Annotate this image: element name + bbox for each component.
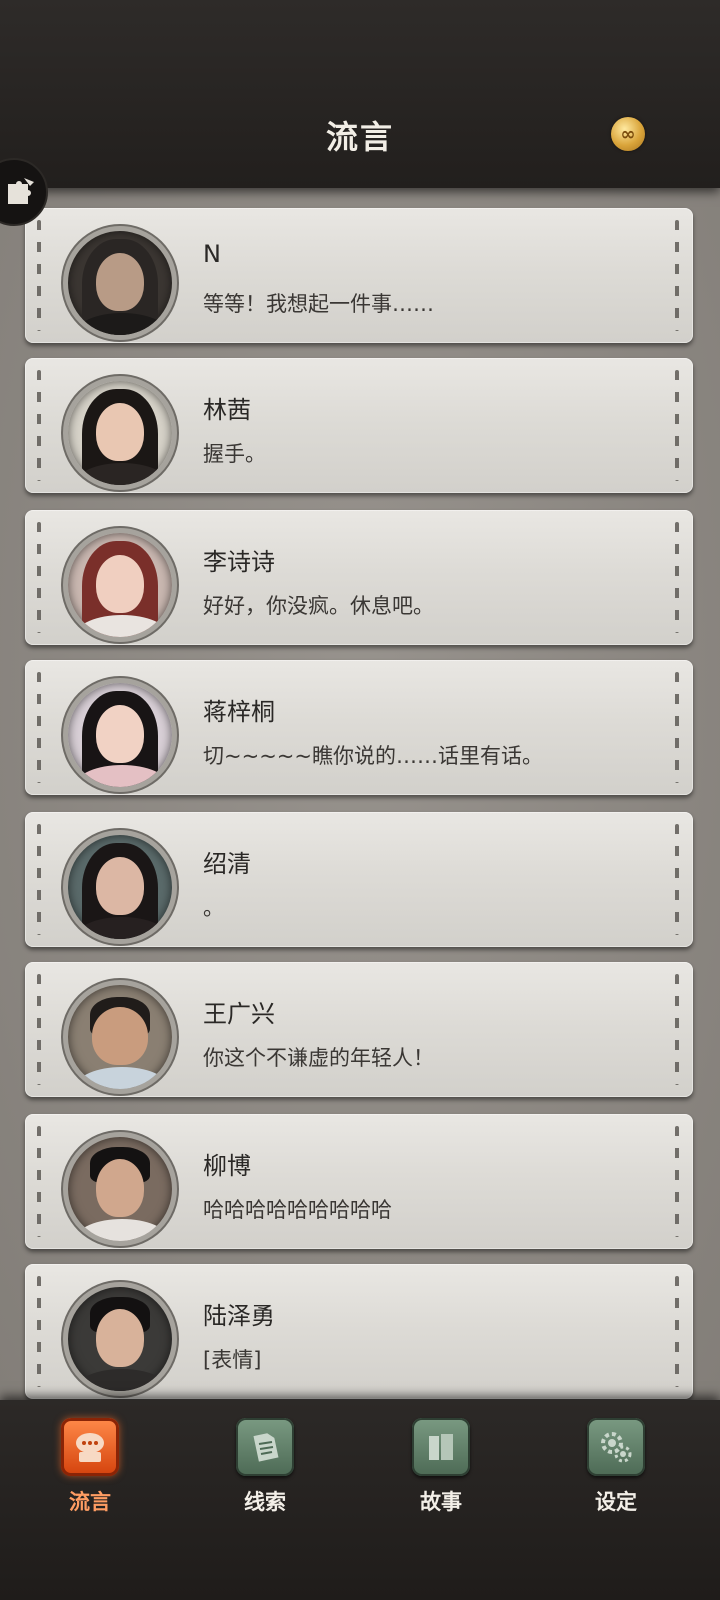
chat-bubble-icon: [61, 1418, 119, 1476]
message-preview: [表情]: [203, 1348, 262, 1372]
gear-icon: [587, 1418, 645, 1476]
avatar: [63, 980, 177, 1094]
contact-name: 蒋梓桐: [203, 698, 275, 726]
list-item[interactable]: 绍清 。: [25, 812, 693, 947]
message-preview: 哈哈哈哈哈哈哈哈哈: [203, 1198, 392, 1222]
avatar: [63, 376, 177, 490]
tab-rumors[interactable]: 流言: [30, 1416, 150, 1526]
header-bar: 流言 ∞: [0, 0, 720, 188]
avatar: [63, 1282, 177, 1396]
tab-label: 线索: [244, 1489, 286, 1514]
list-item[interactable]: 陆泽勇 [表情]: [25, 1264, 693, 1399]
avatar: [63, 226, 177, 340]
list-item[interactable]: N 等等！我想起一件事……: [25, 208, 693, 343]
list-item[interactable]: 李诗诗 好好，你没疯。休息吧。: [25, 510, 693, 645]
message-preview: 等等！我想起一件事……: [203, 292, 434, 316]
list-item[interactable]: 林茜 握手。: [25, 358, 693, 493]
contact-name: 林茜: [203, 396, 251, 424]
infinity-coin-icon[interactable]: ∞: [611, 117, 645, 151]
contact-name: 柳博: [203, 1152, 251, 1180]
avatar: [63, 678, 177, 792]
message-preview: 你这个不谦虚的年轻人！: [203, 1046, 434, 1070]
avatar: [63, 830, 177, 944]
tab-clues[interactable]: 线索: [205, 1416, 325, 1526]
tab-settings[interactable]: 设定: [556, 1416, 676, 1526]
message-preview: 好好，你没疯。休息吧。: [203, 594, 434, 618]
contact-name: 王广兴: [203, 1000, 275, 1028]
avatar: [63, 1132, 177, 1246]
bottom-tab-bar: 流言 线索 故事 设定: [0, 1400, 720, 1600]
tab-label: 流言: [69, 1489, 111, 1514]
contact-name: N: [203, 240, 221, 268]
tab-label: 设定: [595, 1489, 637, 1514]
document-icon: [236, 1418, 294, 1476]
message-preview: 握手。: [203, 442, 266, 466]
book-icon: [412, 1418, 470, 1476]
avatar: [63, 528, 177, 642]
message-list[interactable]: N 等等！我想起一件事…… 林茜 握手。 李诗诗 好好，你没疯。休息吧。 蒋梓桐…: [0, 188, 720, 1400]
message-preview: 。: [203, 896, 224, 920]
contact-name: 绍清: [203, 850, 251, 878]
list-item[interactable]: 蒋梓桐 切~~~~~瞧你说的……话里有话。: [25, 660, 693, 795]
contact-name: 陆泽勇: [203, 1302, 275, 1330]
contact-name: 李诗诗: [203, 548, 275, 576]
message-preview: 切~~~~~瞧你说的……话里有话。: [203, 744, 543, 768]
list-item[interactable]: 王广兴 你这个不谦虚的年轻人！: [25, 962, 693, 1097]
tab-story[interactable]: 故事: [381, 1416, 501, 1526]
list-item[interactable]: 柳博 哈哈哈哈哈哈哈哈哈: [25, 1114, 693, 1249]
tab-label: 故事: [420, 1489, 462, 1514]
